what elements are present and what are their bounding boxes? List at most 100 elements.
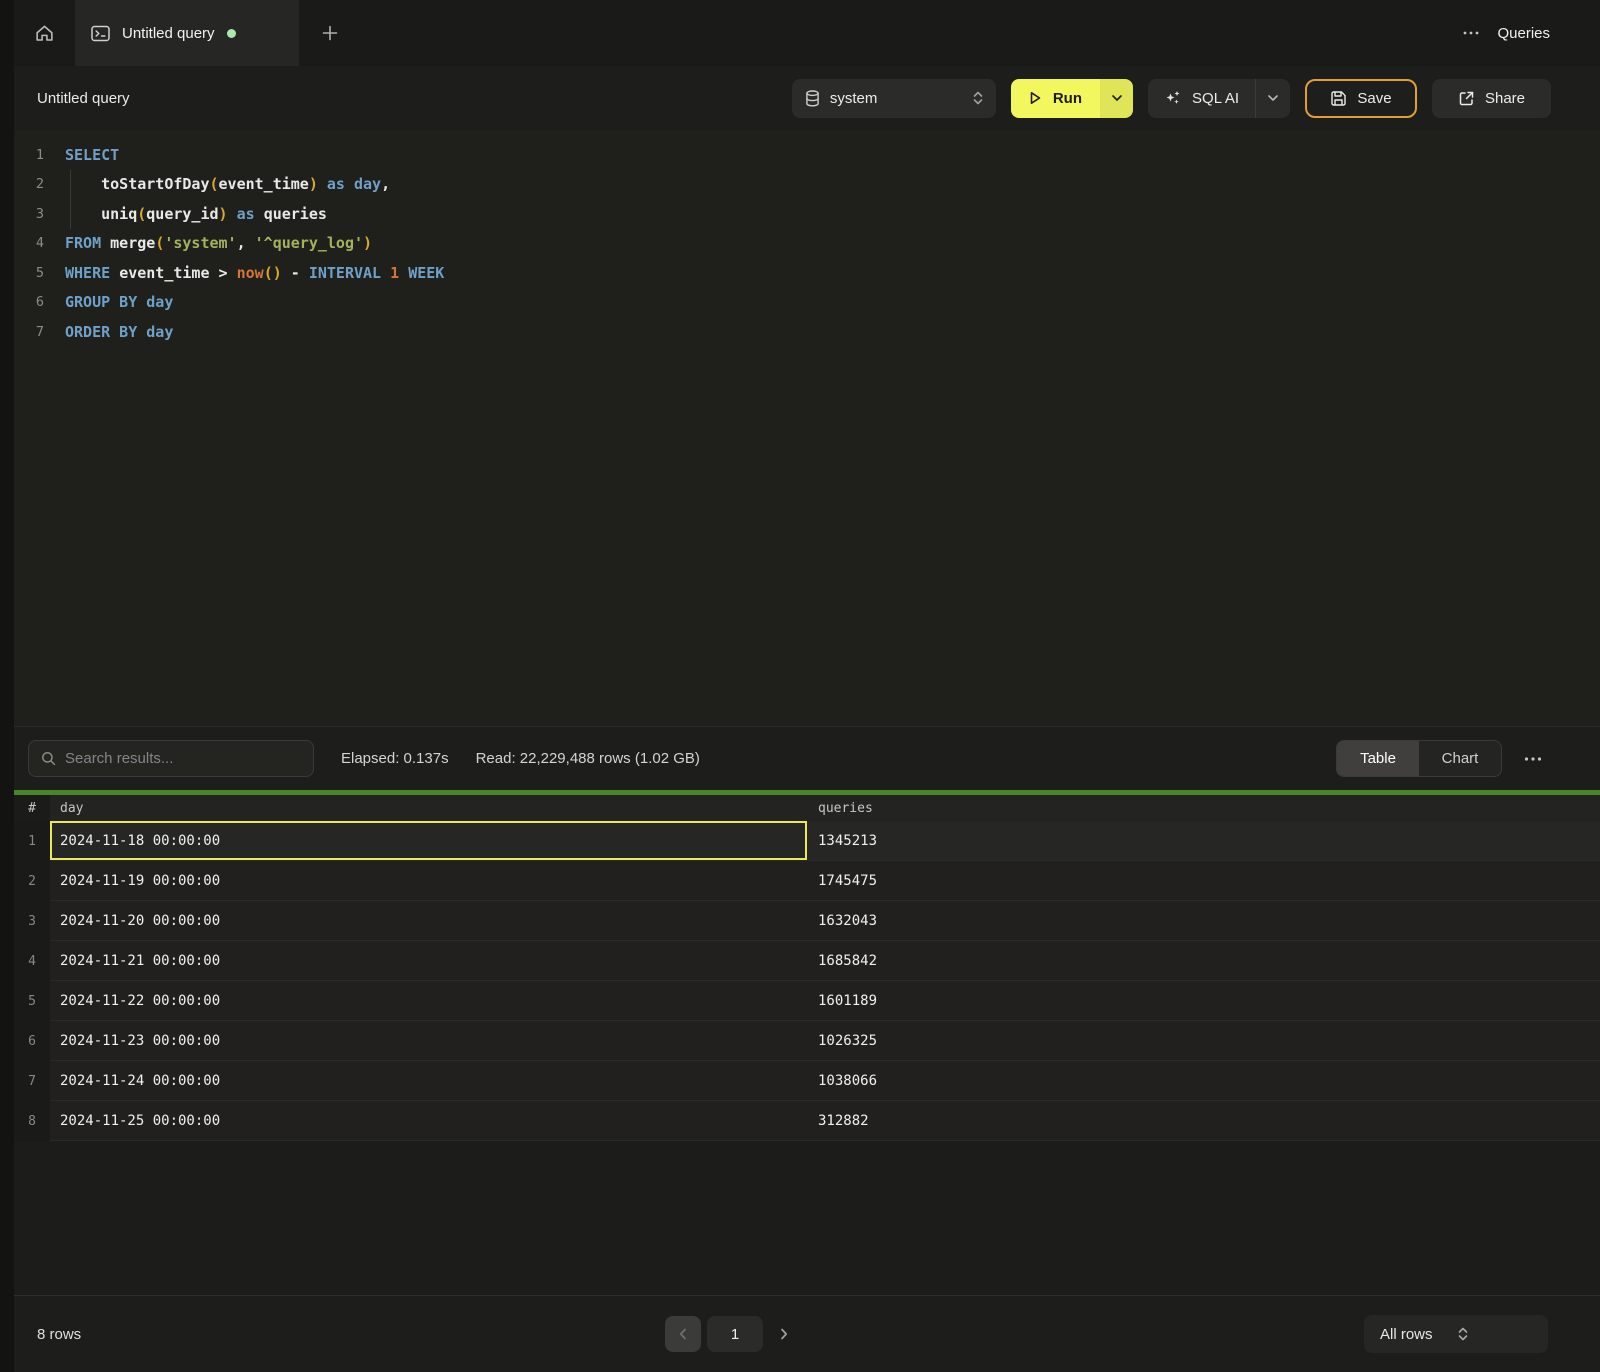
line-number: 6 (14, 294, 44, 310)
row-number-cell[interactable]: 8 (14, 1101, 50, 1141)
table-view-button[interactable]: Table (1337, 741, 1419, 776)
line-number: 1 (14, 147, 44, 163)
previous-page-button[interactable] (665, 1316, 701, 1352)
page-size-selector[interactable]: All rows (1364, 1315, 1548, 1353)
chart-view-button[interactable]: Chart (1419, 741, 1501, 776)
share-button[interactable]: Share (1432, 79, 1551, 118)
day-cell[interactable]: 2024-11-19 00:00:00 (50, 861, 807, 901)
tab-title: Untitled query (122, 25, 215, 42)
column-header-day[interactable]: day (50, 795, 807, 821)
day-cell[interactable]: 2024-11-25 00:00:00 (50, 1101, 807, 1141)
line-number: 7 (14, 324, 44, 340)
code-line[interactable]: 4 FROM merge('system', '^query_log') (14, 229, 1600, 259)
chevron-down-icon (1111, 94, 1123, 102)
results-toolbar: Elapsed: 0.137s Read: 22,229,488 rows (1… (14, 726, 1600, 790)
code-line[interactable]: 1 SELECT (14, 140, 1600, 170)
code-line[interactable]: 3 uniq(query_id) as queries (14, 199, 1600, 229)
run-button-group: Run (1011, 79, 1133, 118)
code-text: uniq(query_id) as queries (65, 205, 327, 223)
line-number: 5 (14, 265, 44, 281)
day-cell[interactable]: 2024-11-18 00:00:00 (50, 821, 807, 861)
ellipsis-icon (1524, 757, 1542, 761)
current-page-button[interactable]: 1 (707, 1316, 763, 1352)
sql-console-window: Untitled query Querie (0, 0, 1600, 1372)
play-icon (1027, 90, 1043, 106)
updown-chevron-icon (972, 90, 984, 106)
queries-cell[interactable]: 1038066 (807, 1061, 1600, 1101)
save-button[interactable]: Save (1305, 79, 1417, 118)
queries-menu-button[interactable]: Queries (1497, 25, 1550, 42)
line-number: 3 (14, 206, 44, 222)
next-page-button[interactable] (769, 1316, 799, 1352)
code-text: toStartOfDay(event_time) as day, (65, 175, 390, 193)
new-tab-button[interactable] (299, 0, 361, 66)
code-line[interactable]: 6 GROUP BY day (14, 288, 1600, 318)
code-line[interactable]: 5WHERE event_time > now() - INTERVAL 1 W… (14, 258, 1600, 288)
row-number-cell[interactable]: 1 (14, 821, 50, 861)
day-cell[interactable]: 2024-11-20 00:00:00 (50, 901, 807, 941)
code-text: ORDER BY day (65, 323, 173, 341)
elapsed-stat: Elapsed: 0.137s (341, 750, 449, 767)
code-text: FROM merge('system', '^query_log') (65, 234, 372, 252)
column-header-queries[interactable]: queries (807, 795, 1600, 821)
sql-ai-options-button[interactable] (1255, 79, 1290, 118)
database-selector[interactable]: system (792, 79, 996, 118)
plus-icon (321, 24, 339, 42)
queries-cell[interactable]: 1026325 (807, 1021, 1600, 1061)
row-number-cell[interactable]: 7 (14, 1061, 50, 1101)
sql-editor[interactable]: 1 SELECT 2 toStartOfDay(event_time) as day… (14, 130, 1600, 726)
results-table: #dayqueries12024-11-18 00:00:00134521322… (14, 795, 1600, 1141)
code-text: GROUP BY day (65, 293, 173, 311)
unsaved-indicator-dot (227, 29, 236, 38)
queries-cell[interactable]: 1632043 (807, 901, 1600, 941)
queries-cell[interactable]: 1745475 (807, 861, 1600, 901)
tab-bar: Untitled query Querie (14, 0, 1600, 66)
database-icon (805, 90, 820, 107)
database-selector-value: system (830, 90, 962, 107)
search-results-box[interactable] (28, 740, 314, 777)
page-title: Untitled query (37, 90, 130, 107)
run-options-button[interactable] (1100, 79, 1133, 118)
day-cell[interactable]: 2024-11-23 00:00:00 (50, 1021, 807, 1061)
line-number: 2 (14, 176, 44, 192)
queries-cell[interactable]: 312882 (807, 1101, 1600, 1141)
search-results-input[interactable] (65, 750, 301, 767)
queries-cell[interactable]: 1345213 (807, 821, 1600, 861)
terminal-icon (91, 25, 110, 42)
results-empty-area (14, 1141, 1600, 1295)
chevron-down-icon (1267, 94, 1279, 102)
row-number-cell[interactable]: 6 (14, 1021, 50, 1061)
query-header: Untitled query system (14, 66, 1600, 130)
updown-chevron-icon (1457, 1326, 1534, 1342)
tab-overflow-menu-button[interactable] (1459, 27, 1483, 39)
chevron-right-icon (780, 1328, 788, 1340)
queries-cell[interactable]: 1601189 (807, 981, 1600, 1021)
day-cell[interactable]: 2024-11-21 00:00:00 (50, 941, 807, 981)
ellipsis-icon (1463, 31, 1479, 35)
search-icon (41, 751, 56, 766)
column-header-index[interactable]: # (14, 795, 50, 821)
row-number-cell[interactable]: 4 (14, 941, 50, 981)
day-cell[interactable]: 2024-11-24 00:00:00 (50, 1061, 807, 1101)
row-count: 8 rows (37, 1326, 81, 1343)
code-lines: 1 SELECT 2 toStartOfDay(event_time) as day… (14, 140, 1600, 347)
results-footer: 8 rows 1 (14, 1295, 1600, 1372)
sql-ai-button-group: SQL AI (1148, 79, 1290, 118)
run-button[interactable]: Run (1011, 79, 1100, 118)
code-text: SELECT (65, 146, 119, 164)
tab-untitled-query[interactable]: Untitled query (75, 0, 299, 66)
row-number-cell[interactable]: 3 (14, 901, 50, 941)
code-line[interactable]: 7 ORDER BY day (14, 317, 1600, 347)
code-line[interactable]: 2 toStartOfDay(event_time) as day, (14, 170, 1600, 200)
page-size-value: All rows (1380, 1326, 1457, 1343)
sql-ai-button[interactable]: SQL AI (1148, 79, 1255, 118)
ai-sparkles-icon (1164, 89, 1182, 107)
day-cell[interactable]: 2024-11-22 00:00:00 (50, 981, 807, 1021)
home-button[interactable] (14, 0, 75, 66)
row-number-cell[interactable]: 5 (14, 981, 50, 1021)
line-number: 4 (14, 235, 44, 251)
results-overflow-menu-button[interactable] (1520, 753, 1546, 765)
row-number-cell[interactable]: 2 (14, 861, 50, 901)
queries-cell[interactable]: 1685842 (807, 941, 1600, 981)
read-stat: Read: 22,229,488 rows (1.02 GB) (476, 750, 700, 767)
